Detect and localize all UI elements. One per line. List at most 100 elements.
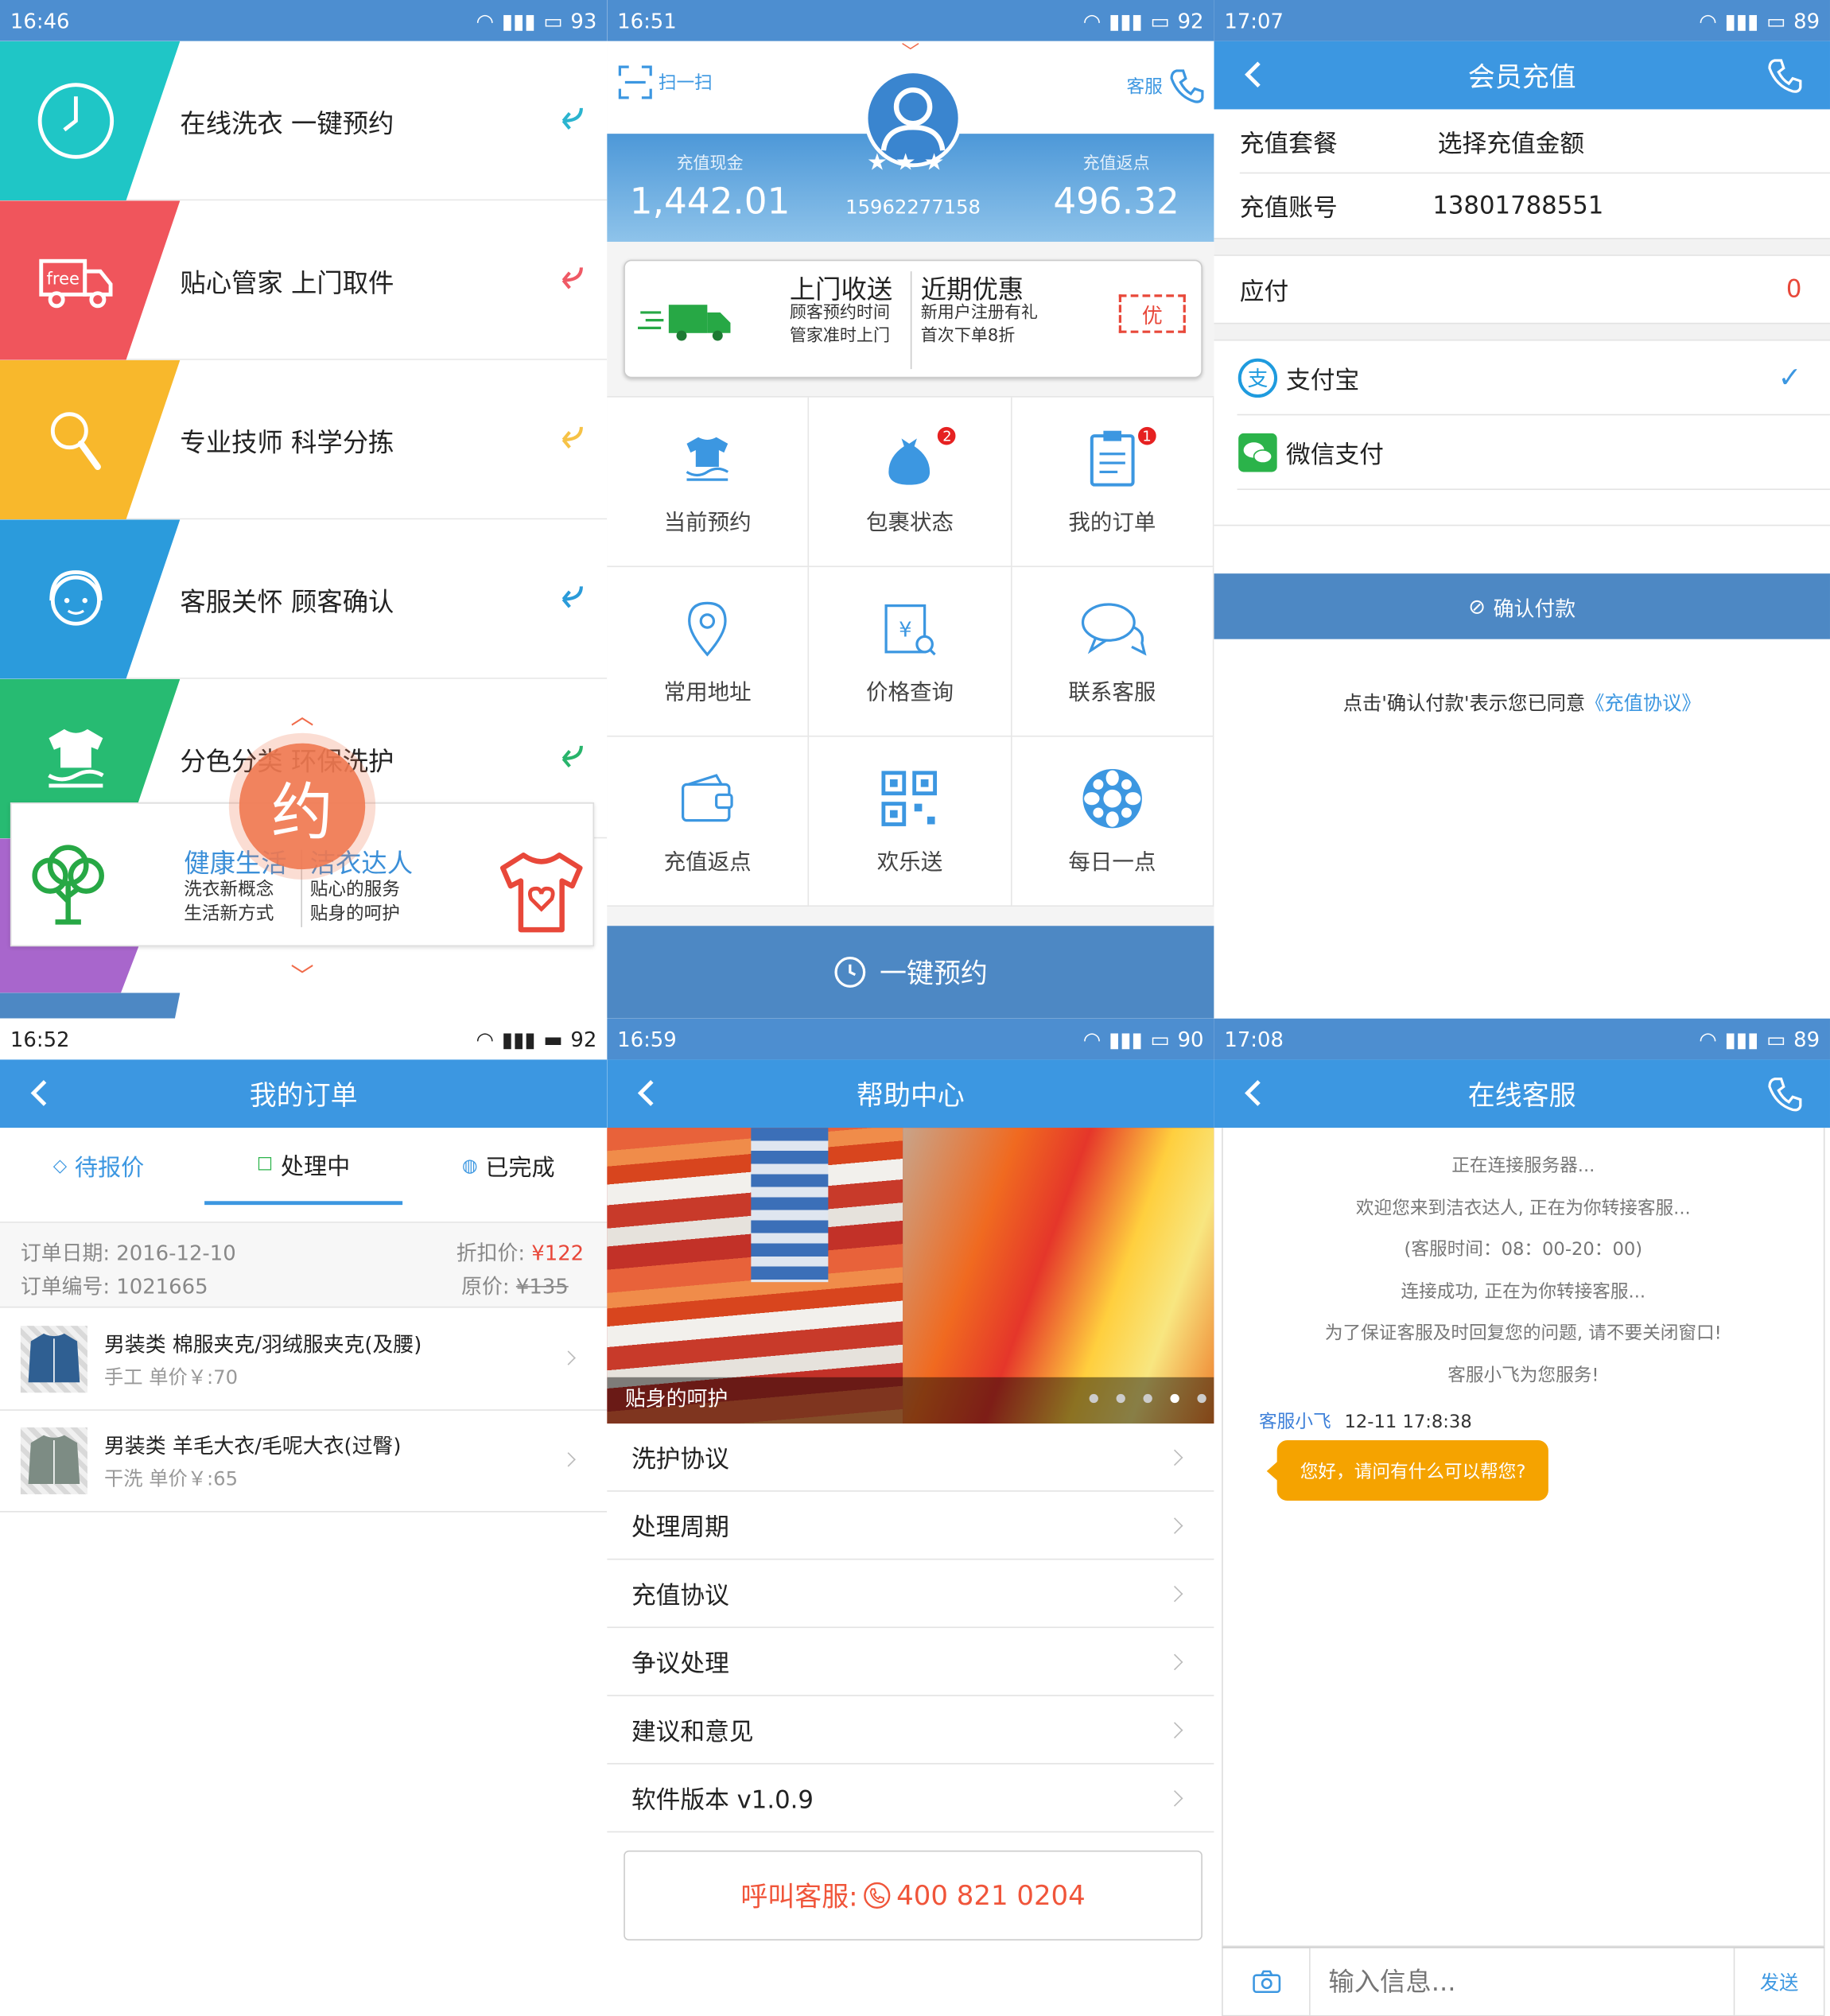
down-chevron-icon[interactable]: ﹀ [290,958,313,992]
tab-pending-quote[interactable]: ◇ 待报价 [0,1128,197,1205]
chevron-right-icon [1166,1585,1183,1602]
washing-tshirt-icon [48,728,104,788]
promo-banner[interactable]: 上门收送 顾客预约时间 管家准时上门 近期优惠 新用户注册有礼 首次下单8折 优 [624,259,1203,379]
alipay-option[interactable]: 支 支付宝 ✓ [1214,341,1830,416]
tab-label: 已完成 [485,1155,555,1183]
grid-item[interactable]: 1 我的订单 [1012,397,1214,568]
tab-completed[interactable]: ◍ 已完成 [410,1128,607,1205]
delivery-van-icon: free [39,258,113,309]
package-label: 充值套餐 [1239,129,1338,158]
back-arrow-icon[interactable] [1237,56,1271,92]
service-button[interactable]: 客服 [1126,67,1206,106]
free-badge-text: free [47,268,80,288]
package-row[interactable]: 充值套餐 选择充值金额 [1214,109,1830,173]
back-arrow-icon[interactable] [630,1075,663,1111]
feature-item[interactable]: 客服关怀 顾客确认 [0,519,608,679]
globe-icon: ◍ [461,1156,478,1177]
status-time: 17:08 [1224,1027,1284,1051]
svg-text:¥: ¥ [899,618,912,642]
header-bar: 在线客服 [1214,1059,1830,1128]
feature-item[interactable]: free 贴心管家 上门取件 [0,200,608,360]
back-arrow-icon[interactable] [1237,1075,1271,1111]
agent-name: 客服小飞 [1259,1412,1331,1433]
grid-item-label: 充值返点 [663,849,752,876]
grid-item[interactable]: 欢乐送 [809,736,1012,907]
feature-icon: free [33,238,119,328]
help-list-item[interactable]: 洗护协议 [607,1424,1214,1492]
system-message: (客服时间：08：00-20：00) [1404,1239,1643,1260]
garment-thumbnail [20,1427,87,1494]
help-list-item[interactable]: 软件版本 v1.0.9 [607,1765,1214,1833]
agreement-note: 点击'确认付款'表示您已同意 [1342,691,1586,716]
grid-item[interactable]: 联系客服 [1012,567,1214,737]
grid-item[interactable]: 每日一点 [1012,736,1214,907]
return-arrow-icon [550,421,586,457]
camera-button[interactable] [1223,1948,1311,2015]
confirm-payment-button[interactable]: ⊘ 确认付款 [1214,573,1830,639]
booking-bubble[interactable]: 约 [239,743,366,870]
tab-processing[interactable]: ☐ 处理中 [204,1128,402,1206]
grid-item[interactable]: 充值返点 [607,736,810,907]
help-list-item[interactable]: 充值协议 [607,1560,1214,1629]
checkmark-icon: ✓ [1778,362,1802,394]
message-input[interactable] [1310,1948,1734,2015]
help-list-label: 建议和意见 [631,1717,754,1746]
booking-bubble-label: 约 [271,776,333,849]
battery-level: 92 [1177,8,1204,33]
page-title: 在线客服 [1467,1079,1576,1111]
grid-item-icon-wrap [1078,596,1147,661]
help-list-item[interactable]: 建议和意见 [607,1696,1214,1765]
grid-item-icon-wrap: ¥ [881,596,938,661]
help-list-label: 软件版本 v1.0.9 [631,1785,814,1814]
tab-label: 待报价 [74,1155,145,1183]
grid-item[interactable]: 当前预约 [607,397,810,568]
grid-item[interactable]: 2 包裹状态 [809,397,1012,568]
help-list-item[interactable]: 处理周期 [607,1492,1214,1560]
grid-item-label: 我的订单 [1068,510,1156,537]
phone-icon[interactable] [1766,56,1805,95]
order-item-detail: 手工 单价￥:70 [103,1365,239,1389]
scan-button[interactable]: 扫一扫 [617,64,713,100]
header-bar: 我的订单 [0,1059,608,1128]
grid-item[interactable]: 常用地址 [607,567,810,737]
svg-text:支: 支 [1247,367,1268,391]
help-list-item[interactable]: 争议处理 [607,1628,1214,1696]
tab-label: 处理中 [280,1152,351,1180]
system-message: 正在连接服务器... [1451,1156,1595,1177]
call-service-button[interactable]: 呼叫客服: 400 821 0204 [624,1850,1203,1941]
down-chevron-icon[interactable]: ﹀ [902,39,920,64]
grid-item-label: 每日一点 [1068,849,1156,876]
order-item-row[interactable]: 男装类 棉服夹克/羽绒服夹克(及腰) 手工 单价￥:70 [0,1309,608,1411]
back-arrow-icon[interactable] [23,1075,56,1111]
recharge-agreement-link[interactable]: 《充值协议》 [1585,692,1701,715]
battery-icon: ▭ [1150,8,1170,33]
package-select[interactable]: 选择充值金额 [1438,124,1584,159]
feature-label: 专业技师 科学分拣 [180,426,394,458]
battery-icon: ▭ [1766,8,1786,33]
wifi-icon: ◠ [1699,1027,1717,1051]
points-value: 496.32 [1053,180,1179,223]
signal-icon: ▮▮▮ [1109,8,1143,33]
send-button[interactable]: 发送 [1733,1948,1824,2015]
help-list-label: 争议处理 [631,1649,729,1678]
screen-online-service: 17:08 ◠ ▮▮▮ ▭ 89 在线客服 正在连接服务器... 欢迎您来到洁衣达人, … [1214,1018,1830,2016]
camera-icon [1252,1970,1280,1994]
location-pin-icon [688,601,727,657]
feature-item[interactable]: 专业技师 科学分拣 [0,359,608,520]
order-tabs: ◇ 待报价 ☐ 处理中 ◍ 已完成 [0,1128,607,1206]
carousel-dots[interactable] [1089,1393,1206,1404]
amount-due-label: 应付 [1239,277,1289,306]
battery-level: 90 [1177,1027,1204,1051]
grid-item[interactable]: ¥ 价格查询 [809,567,1012,737]
phone-icon[interactable] [1766,1075,1805,1114]
wallet-icon [682,774,733,822]
order-item-row[interactable]: 男装类 羊毛大衣/毛呢大衣(过臀) 干洗 单价￥:65 [0,1411,608,1513]
one-click-booking-button[interactable]: 一键预约 [607,926,1214,1019]
banner-carousel[interactable]: 贴身的呵护 [607,1128,1214,1424]
feature-item[interactable]: 在线洗衣 一键预约 [0,41,608,201]
wechat-pay-option[interactable]: 微信支付 [1214,415,1830,490]
signal-icon: ▮▮▮ [1109,1027,1143,1051]
up-chevron-icon[interactable]: ︿ [290,698,313,732]
grid-item-label: 包裹状态 [866,510,954,537]
feature-icon [33,79,119,169]
